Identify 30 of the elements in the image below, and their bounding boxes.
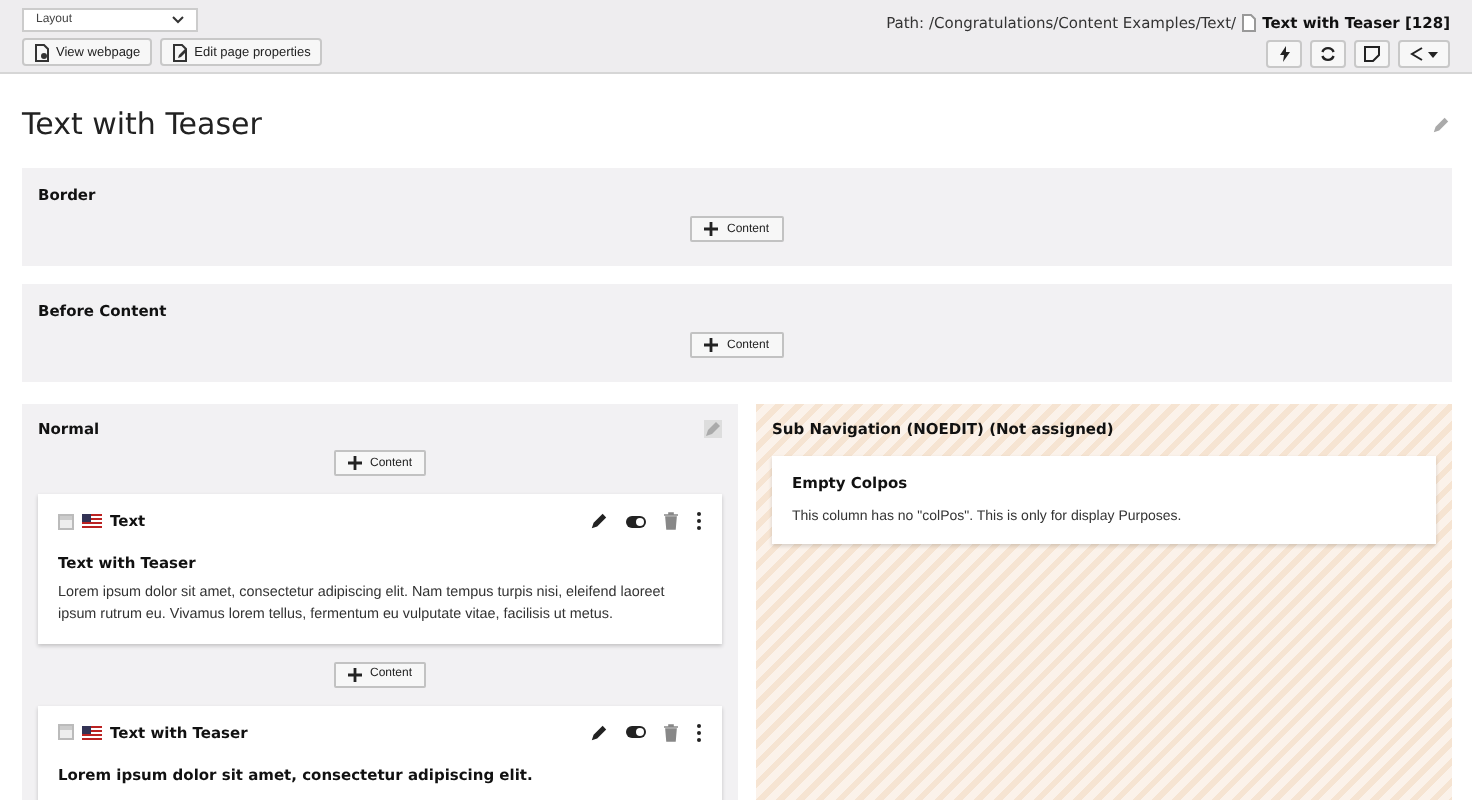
- note-button[interactable]: [1354, 40, 1390, 68]
- refresh-icon: [1320, 46, 1336, 62]
- clear-cache-button[interactable]: [1266, 40, 1302, 68]
- edit-icon[interactable]: [590, 512, 608, 530]
- trash-icon[interactable]: [664, 723, 678, 742]
- page-title: Text with Teaser: [22, 106, 262, 142]
- more-icon[interactable]: [696, 723, 702, 742]
- page-icon: [58, 513, 74, 529]
- trash-icon[interactable]: [664, 512, 678, 530]
- flag-icon: [82, 514, 102, 528]
- toggle-icon[interactable]: [626, 726, 646, 739]
- edit-icon[interactable]: [590, 723, 608, 742]
- page-icon: [58, 724, 74, 741]
- more-icon[interactable]: [696, 512, 702, 530]
- lightning-icon: [1279, 46, 1289, 62]
- flag-icon: [82, 725, 102, 740]
- edit-document-icon: [172, 43, 189, 61]
- page-icon: [1242, 13, 1257, 31]
- plus-icon: [704, 222, 719, 236]
- share-icon: [1410, 46, 1424, 62]
- plus-icon: [347, 456, 362, 470]
- caret-icon: [1428, 51, 1438, 57]
- note-icon: [1364, 46, 1380, 62]
- plus-icon: [704, 338, 719, 352]
- chevron-down-icon: [172, 16, 184, 24]
- reload-button[interactable]: [1310, 40, 1346, 68]
- toggle-icon[interactable]: [626, 515, 646, 527]
- plus-icon: [347, 667, 362, 682]
- share-button[interactable]: [1398, 40, 1450, 68]
- document-icon: [34, 43, 50, 61]
